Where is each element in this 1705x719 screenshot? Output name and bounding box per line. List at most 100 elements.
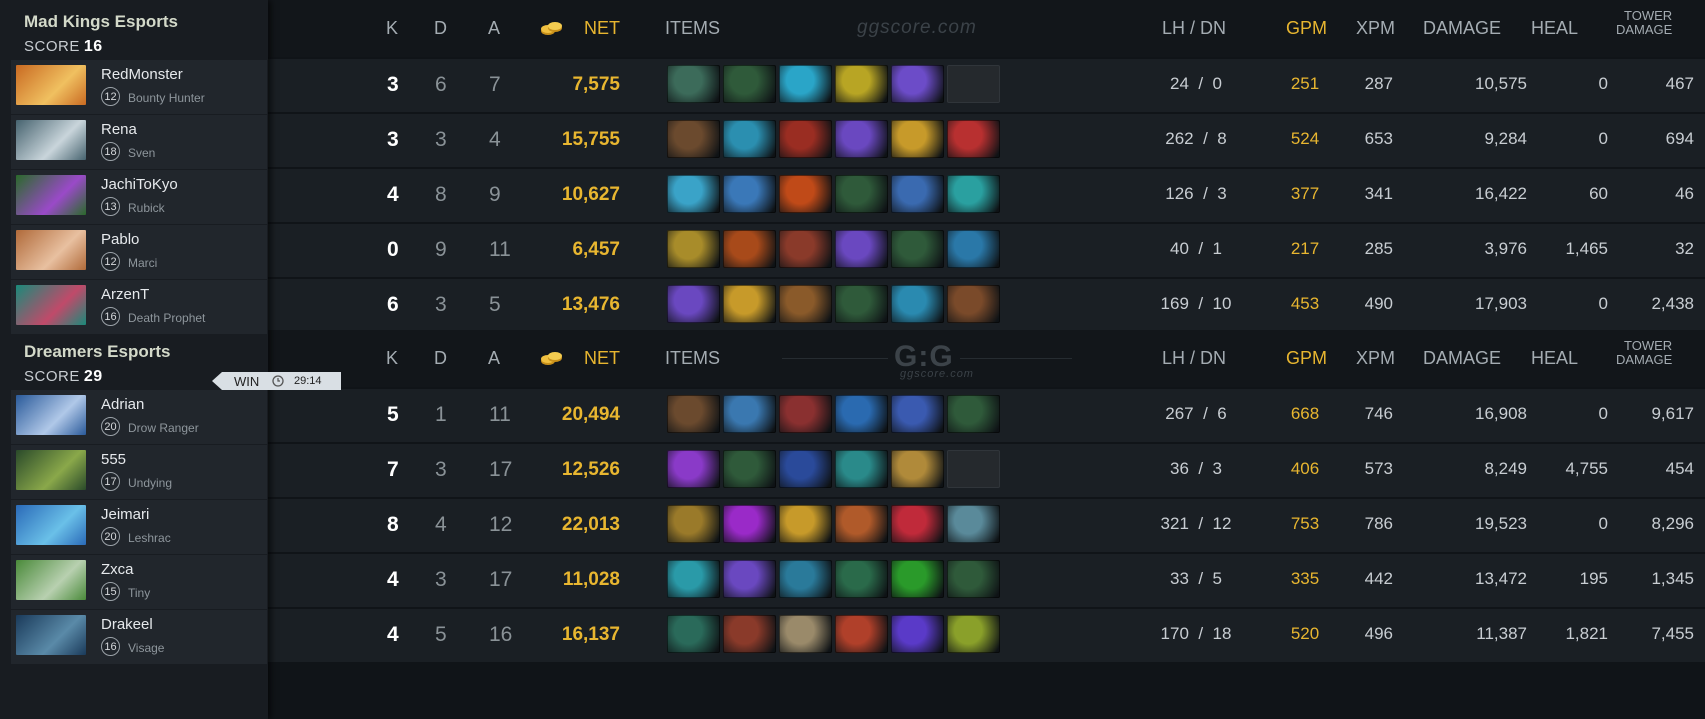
item-icon[interactable] [723,615,776,653]
item-icon[interactable] [779,65,832,103]
item-icon[interactable] [779,120,832,158]
separator: / [1188,514,1213,533]
item-icon[interactable] [835,175,888,213]
item-icon[interactable] [667,615,720,653]
item-icon[interactable] [835,285,888,323]
hero-name: Rubick [128,201,165,215]
item-icon[interactable] [667,230,720,268]
item-icon[interactable] [779,615,832,653]
item-icon[interactable] [947,230,1000,268]
item-icon[interactable] [835,615,888,653]
item-icon[interactable] [667,560,720,598]
empty-item-slot[interactable] [947,450,1000,488]
item-icon[interactable] [891,230,944,268]
player-card[interactable]: 555 17 Undying [11,445,267,499]
item-icon[interactable] [667,120,720,158]
header-k: K [386,18,399,38]
hero-damage: 13,472 [1475,569,1527,588]
hero-level: 15 [101,582,120,601]
item-icon[interactable] [891,560,944,598]
item-icon[interactable] [667,395,720,433]
separator: / [1188,569,1213,588]
item-icon[interactable] [779,505,832,543]
item-icon[interactable] [779,230,832,268]
item-icon[interactable] [667,65,720,103]
hero-level: 20 [101,527,120,546]
item-icon[interactable] [891,505,944,543]
item-icon[interactable] [723,560,776,598]
header-tower-damage-line1: TOWER [1624,338,1673,353]
watermark-text: ggscore.com [857,17,977,38]
player-card[interactable]: ArzenT 16 Death Prophet [11,280,267,334]
item-icon[interactable] [835,450,888,488]
item-icon[interactable] [947,505,1000,543]
item-icon[interactable] [891,285,944,323]
header-items: ITEMS [665,18,721,38]
team-name: Mad Kings Esports [24,12,178,31]
item-icon[interactable] [891,450,944,488]
item-slots [667,615,1000,653]
assists: 4 [489,128,501,151]
header-tower-damage-line2: DAMAGE [1616,352,1673,367]
xp-per-minute: 442 [1364,569,1393,588]
item-icon[interactable] [779,450,832,488]
item-icon[interactable] [667,505,720,543]
item-icon[interactable] [891,395,944,433]
player-stats-row: 5 1 11 20,494 267 / 6 668 746 16,908 0 9,617 [268,389,1705,442]
item-icon[interactable] [891,615,944,653]
item-icon[interactable] [947,560,1000,598]
item-icon[interactable] [723,65,776,103]
player-card[interactable]: Drakeel 16 Visage [11,610,267,664]
item-icon[interactable] [835,560,888,598]
item-icon[interactable] [947,175,1000,213]
empty-item-slot[interactable] [947,65,1000,103]
player-name: Drakeel [101,616,153,633]
item-icon[interactable] [723,285,776,323]
item-icon[interactable] [891,120,944,158]
assists: 9 [489,183,501,206]
item-icon[interactable] [891,65,944,103]
item-icon[interactable] [723,505,776,543]
item-icon[interactable] [667,285,720,323]
item-icon[interactable] [779,395,832,433]
item-icon[interactable] [835,505,888,543]
item-icon[interactable] [947,395,1000,433]
healing: 1,821 [1565,624,1608,643]
player-card[interactable]: RedMonster 12 Bounty Hunter [11,60,267,114]
player-card[interactable]: Rena 18 Sven [11,115,267,169]
item-icon[interactable] [947,285,1000,323]
player-card[interactable]: Zxca 15 Tiny [11,555,267,609]
item-icon[interactable] [835,230,888,268]
gold-coins-icon [541,22,562,35]
player-stats-row: 3 6 7 7,575 24 / 0 251 287 10,575 0 467 [268,59,1705,112]
player-card[interactable]: JachiToKyo 13 Rubick [11,170,267,224]
denies: 10 [1212,294,1232,313]
item-icon[interactable] [779,175,832,213]
separator: / [1193,129,1218,148]
player-card[interactable]: Jeimari 20 Leshrac [11,500,267,554]
item-icon[interactable] [835,120,888,158]
item-icon[interactable] [723,230,776,268]
player-card[interactable]: Pablo 12 Marci [11,225,267,279]
item-icon[interactable] [891,175,944,213]
item-icon[interactable] [947,615,1000,653]
item-icon[interactable] [723,120,776,158]
item-icon[interactable] [835,395,888,433]
item-icon[interactable] [667,175,720,213]
hero-portrait [16,450,86,490]
item-icon[interactable] [723,175,776,213]
item-icon[interactable] [723,450,776,488]
item-icon[interactable] [723,395,776,433]
player-card[interactable]: Adrian 20 Drow Ranger [11,390,267,444]
item-icon[interactable] [667,450,720,488]
hero-portrait [16,120,86,160]
deaths: 5 [435,623,447,646]
gold-per-minute: 753 [1290,514,1320,533]
item-icon[interactable] [779,560,832,598]
item-icon[interactable] [835,65,888,103]
team-name: Dreamers Esports [24,342,171,361]
separator: / [1188,74,1213,93]
item-icon[interactable] [947,120,1000,158]
denies: 1 [1212,239,1222,258]
item-icon[interactable] [779,285,832,323]
